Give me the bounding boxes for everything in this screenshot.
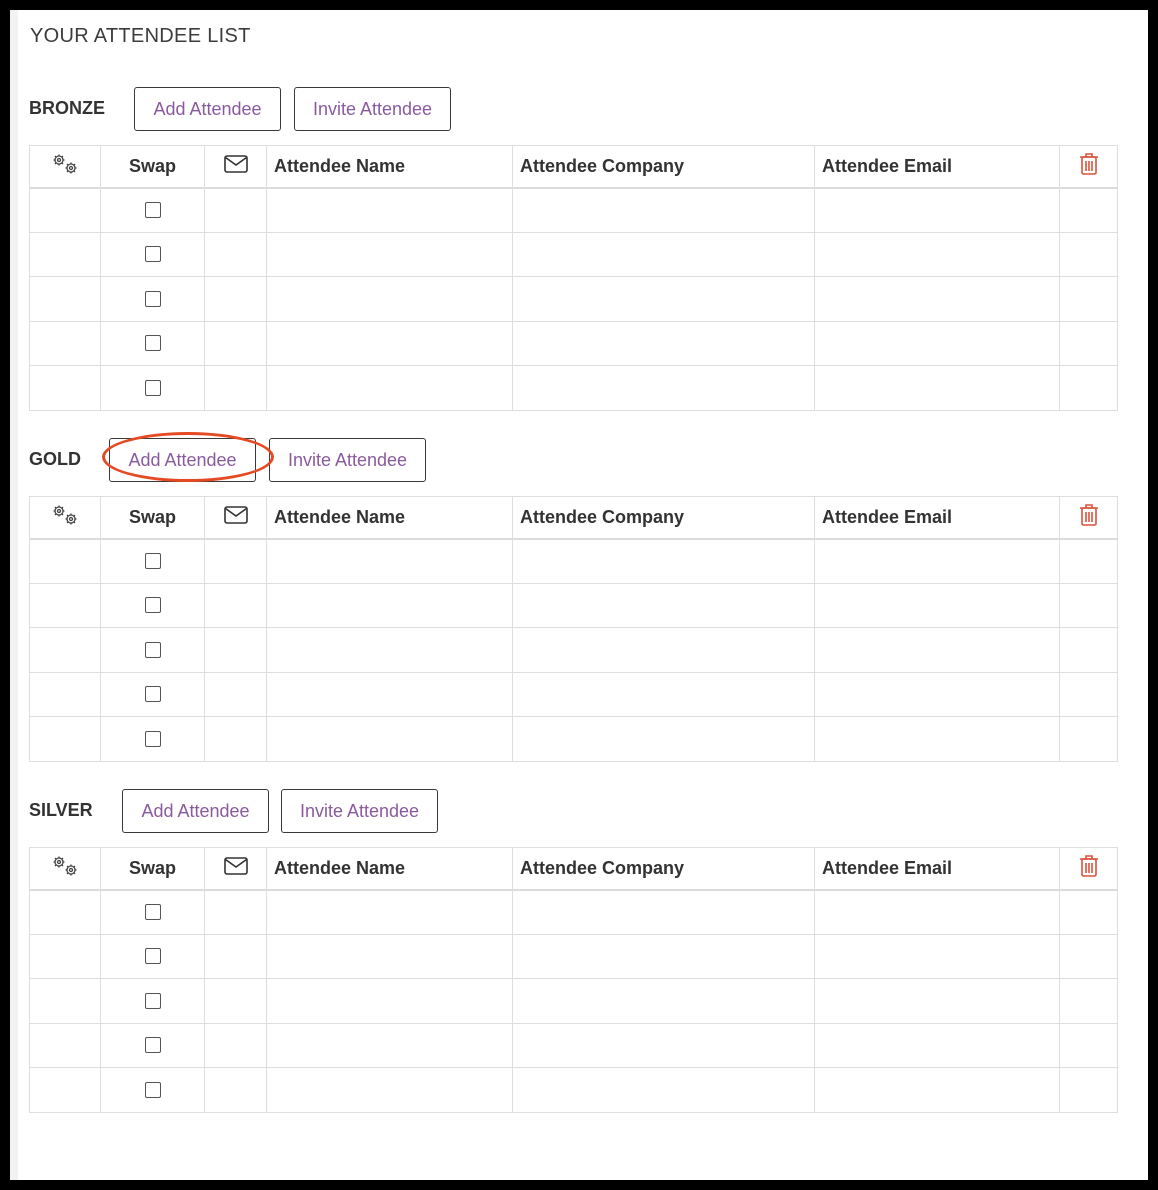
swap-checkbox[interactable] — [144, 992, 161, 1009]
table-row — [29, 933, 1118, 980]
table-row — [29, 627, 1118, 673]
swap-checkbox[interactable] — [144, 1081, 161, 1098]
table-row — [29, 187, 1118, 233]
trash-icon — [1079, 503, 1098, 526]
swap-checkbox[interactable] — [144, 903, 161, 920]
swap-checkbox[interactable] — [144, 246, 161, 263]
attendee-table: Swap Attendee Name Attendee Company Atte… — [29, 145, 1118, 411]
email-column-header[interactable] — [204, 145, 267, 189]
swap-column-header: Swap — [100, 496, 205, 540]
attendee-company-header: Attendee Company — [512, 496, 815, 540]
settings-column-header[interactable] — [29, 145, 101, 189]
swap-checkbox[interactable] — [144, 552, 161, 569]
page-title: YOUR ATTENDEE LIST — [30, 25, 251, 47]
trash-icon — [1079, 152, 1098, 175]
swap-column-header: Swap — [100, 145, 205, 189]
invite-attendee-button[interactable]: Invite Attendee — [294, 87, 451, 131]
table-row — [29, 671, 1118, 718]
attendee-name-header: Attendee Name — [266, 496, 513, 540]
swap-checkbox[interactable] — [144, 201, 161, 218]
table-row — [29, 889, 1118, 935]
add-attendee-button[interactable]: Add Attendee — [134, 87, 281, 131]
delete-column-header[interactable] — [1059, 496, 1118, 540]
gears-icon — [53, 505, 77, 525]
swap-checkbox[interactable] — [144, 379, 161, 396]
swap-column-header: Swap — [100, 847, 205, 891]
tier-label: SILVER — [29, 800, 93, 820]
table-row — [29, 538, 1118, 584]
table-row — [29, 1067, 1118, 1113]
table-row — [29, 231, 1118, 278]
gears-icon — [53, 154, 77, 174]
table-row — [29, 320, 1118, 367]
trash-icon — [1079, 854, 1098, 877]
envelope-icon — [223, 154, 248, 173]
settings-column-header[interactable] — [29, 496, 101, 540]
attendee-table: Swap Attendee Name Attendee Company Atte… — [29, 496, 1118, 762]
tier-label: BRONZE — [29, 98, 105, 118]
tier-label: GOLD — [29, 449, 81, 469]
section-gold: GOLD Add Attendee Invite Attendee Swap A… — [29, 438, 1118, 762]
settings-column-header[interactable] — [29, 847, 101, 891]
add-attendee-button[interactable]: Add Attendee — [122, 789, 269, 833]
envelope-icon — [223, 856, 248, 875]
table-row — [29, 978, 1118, 1024]
email-column-header[interactable] — [204, 496, 267, 540]
delete-column-header[interactable] — [1059, 145, 1118, 189]
section-silver: SILVER Add Attendee Invite Attendee Swap — [29, 789, 1118, 1113]
add-attendee-button[interactable]: Add Attendee — [109, 438, 256, 482]
attendee-email-header: Attendee Email — [814, 145, 1060, 189]
attendee-company-header: Attendee Company — [512, 145, 815, 189]
table-row — [29, 582, 1118, 629]
swap-checkbox[interactable] — [144, 641, 161, 658]
swap-checkbox[interactable] — [144, 730, 161, 747]
gears-icon — [53, 856, 77, 876]
attendee-table: Swap Attendee Name Attendee Company Atte… — [29, 847, 1118, 1113]
table-row — [29, 1022, 1118, 1069]
swap-checkbox[interactable] — [144, 948, 161, 965]
table-row — [29, 276, 1118, 322]
delete-column-header[interactable] — [1059, 847, 1118, 891]
email-column-header[interactable] — [204, 847, 267, 891]
invite-attendee-button[interactable]: Invite Attendee — [281, 789, 438, 833]
attendee-email-header: Attendee Email — [814, 847, 1060, 891]
swap-checkbox[interactable] — [144, 597, 161, 614]
attendee-name-header: Attendee Name — [266, 145, 513, 189]
swap-checkbox[interactable] — [144, 290, 161, 307]
envelope-icon — [223, 505, 248, 524]
swap-checkbox[interactable] — [144, 335, 161, 352]
attendee-email-header: Attendee Email — [814, 496, 1060, 540]
invite-attendee-button[interactable]: Invite Attendee — [269, 438, 426, 482]
attendee-name-header: Attendee Name — [266, 847, 513, 891]
attendee-company-header: Attendee Company — [512, 847, 815, 891]
table-row — [29, 716, 1118, 762]
section-bronze: BRONZE Add Attendee Invite Attendee Swap — [29, 87, 1118, 411]
swap-checkbox[interactable] — [144, 1037, 161, 1054]
swap-checkbox[interactable] — [144, 686, 161, 703]
table-row — [29, 365, 1118, 411]
